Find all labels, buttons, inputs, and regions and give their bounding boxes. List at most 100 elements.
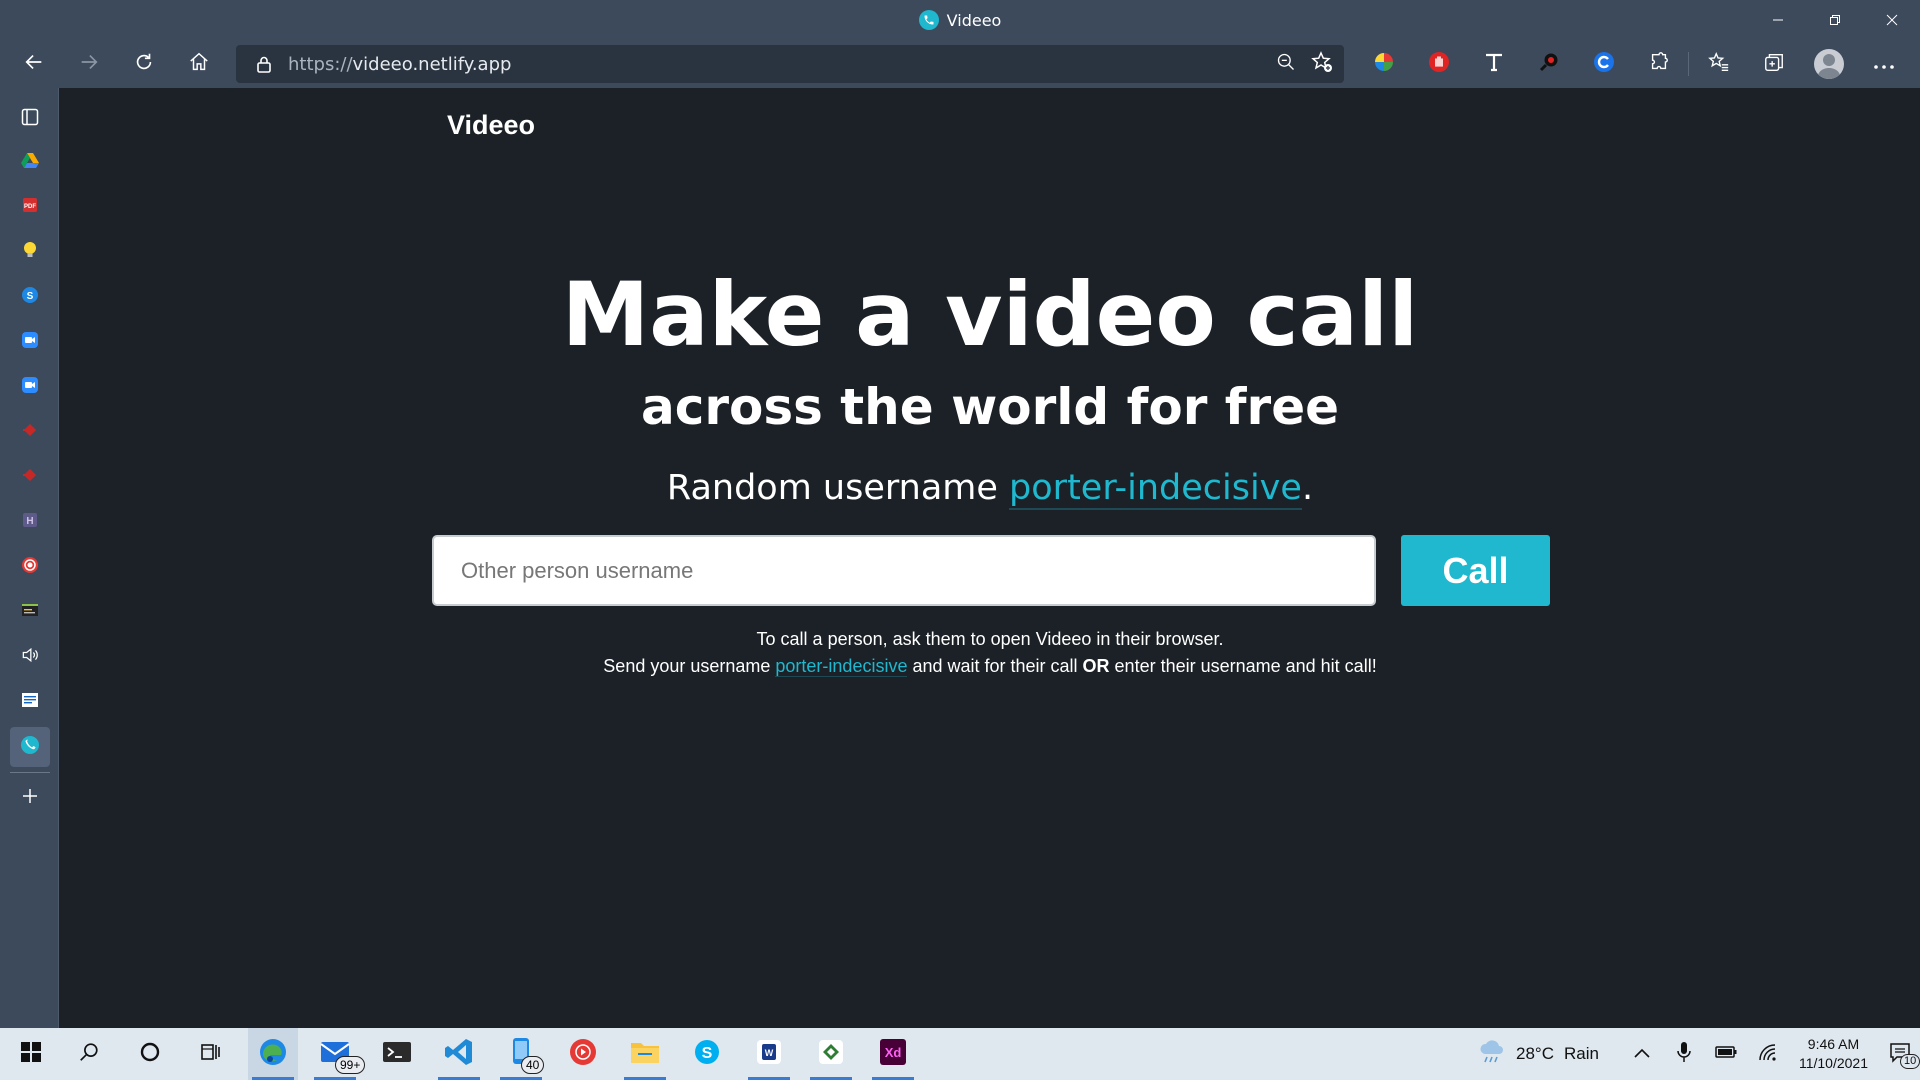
show-hidden-icons-button[interactable] <box>1621 1028 1663 1080</box>
record-icon <box>21 556 39 578</box>
forward-button[interactable] <box>69 44 109 84</box>
sidebar-separator <box>10 772 50 773</box>
phone-icon <box>20 735 40 759</box>
zoom-out-icon[interactable] <box>1276 52 1296 76</box>
taskbar-youtube-music[interactable] <box>558 1028 608 1080</box>
circle-icon <box>139 1041 161 1067</box>
toolbar-separator <box>1688 52 1689 76</box>
help-text: To call a person, ask them to open Videe… <box>60 626 1920 680</box>
tab-panel-icon <box>21 108 39 130</box>
help-username: porter-indecisive <box>775 656 908 677</box>
battery-button[interactable] <box>1705 1028 1747 1080</box>
video-camera-icon <box>21 376 39 398</box>
taskbar-adobe-xd[interactable]: Xd <box>868 1028 918 1080</box>
arrow-left-icon <box>23 51 45 77</box>
weather-widget[interactable]: 28°C Rain <box>1478 1039 1599 1070</box>
blue-doc-app-icon: W <box>755 1038 783 1070</box>
minimize-button[interactable] <box>1749 0 1806 40</box>
color-picker-extension[interactable] <box>1356 40 1411 88</box>
taskbar-mail[interactable]: 99+ <box>310 1028 366 1080</box>
tab-actions-button[interactable] <box>10 99 50 139</box>
taskbar-phone-link[interactable]: 40 <box>496 1028 546 1080</box>
taskbar-word-app[interactable]: W <box>744 1028 794 1080</box>
chevron-up-icon <box>1634 1045 1650 1063</box>
sidebar-item-pdf[interactable]: PDF <box>10 187 50 227</box>
system-tray: 28°C Rain 9:46 AM 11/10/2021 10 <box>1478 1028 1920 1080</box>
microphone-button[interactable] <box>1663 1028 1705 1080</box>
sidebar-item-videeo[interactable] <box>10 727 50 767</box>
cortana-button[interactable] <box>125 1028 175 1080</box>
network-button[interactable] <box>1747 1028 1789 1080</box>
close-button[interactable] <box>1863 0 1920 40</box>
sidebar-item-h[interactable]: H <box>10 502 50 542</box>
action-center-button[interactable]: 10 <box>1880 1028 1920 1080</box>
phone-notification-badge: 40 <box>521 1056 545 1074</box>
sidebar-item-idea[interactable] <box>10 232 50 272</box>
terminal-icon <box>21 601 39 623</box>
battery-icon <box>1715 1045 1737 1064</box>
sidebar-item-zoom[interactable] <box>10 322 50 362</box>
help-line-1: To call a person, ask them to open Videe… <box>756 629 1224 649</box>
speaker-icon <box>20 645 40 669</box>
sidebar-item-code-2[interactable] <box>10 457 50 497</box>
zoom-extension[interactable] <box>1521 40 1576 88</box>
vscode-icon <box>444 1037 474 1071</box>
folder-icon <box>630 1039 660 1069</box>
sidebar-item-s[interactable]: S <box>10 277 50 317</box>
taskbar-edge[interactable] <box>248 1028 298 1080</box>
favorites-button[interactable] <box>1691 40 1746 88</box>
adobe-xd-icon: Xd <box>879 1038 907 1070</box>
taskbar-terminal[interactable] <box>372 1028 422 1080</box>
windows-logo-icon <box>21 1042 41 1066</box>
taskbar-vscode[interactable] <box>434 1028 484 1080</box>
taskbar-green-app[interactable] <box>806 1028 856 1080</box>
other-username-input[interactable] <box>432 535 1376 606</box>
lock-icon[interactable] <box>252 52 276 76</box>
hero-subheading: across the world for free <box>640 378 1340 436</box>
h-logo-icon: H <box>21 511 39 533</box>
address-bar[interactable]: https://videeo.netlify.app <box>236 45 1344 83</box>
sidebar-item-zoom-2[interactable] <box>10 367 50 407</box>
sidebar-item-audio[interactable] <box>10 637 50 677</box>
add-sidebar-item-button[interactable] <box>10 778 50 818</box>
extensions-button[interactable] <box>1631 40 1686 88</box>
brand-logo-text[interactable]: Videeo <box>447 110 535 141</box>
plus-icon <box>21 787 39 809</box>
collections-button[interactable] <box>1746 40 1801 88</box>
font-extension[interactable] <box>1466 40 1521 88</box>
sidebar-item-record[interactable] <box>10 547 50 587</box>
sidebar-item-terminal[interactable] <box>10 592 50 632</box>
rain-cloud-icon <box>1478 1039 1506 1070</box>
sidebar-item-code[interactable] <box>10 412 50 452</box>
green-diamond-app-icon <box>817 1038 845 1070</box>
weather-temperature: 28°C <box>1516 1044 1554 1063</box>
taskbar-file-explorer[interactable] <box>620 1028 670 1080</box>
start-button[interactable] <box>6 1028 56 1080</box>
mail-unread-badge: 99+ <box>335 1056 366 1074</box>
notification-count-badge: 10 <box>1900 1054 1920 1069</box>
profile-button[interactable] <box>1801 40 1856 88</box>
settings-more-button[interactable] <box>1856 40 1911 88</box>
svg-text:Xd: Xd <box>885 1045 902 1060</box>
hand-stop-icon <box>1428 51 1450 77</box>
restore-button[interactable] <box>1806 0 1863 40</box>
terminal-icon <box>382 1040 412 1068</box>
url-text[interactable]: https://videeo.netlify.app <box>288 54 511 75</box>
refresh-button[interactable] <box>124 44 164 84</box>
sidebar-item-doc[interactable] <box>10 682 50 722</box>
home-button[interactable] <box>179 44 219 84</box>
sidebar-item-drive[interactable] <box>10 142 50 182</box>
c-logo-icon <box>1593 51 1615 77</box>
block-extension[interactable] <box>1411 40 1466 88</box>
c-extension[interactable] <box>1576 40 1631 88</box>
pdf-icon: PDF <box>21 196 39 218</box>
taskbar: 99+ 40 S W Xd 28°C Rain 9:46 AM 11/10/20… <box>0 1028 1920 1080</box>
taskbar-skype[interactable]: S <box>682 1028 732 1080</box>
back-button[interactable] <box>14 44 54 84</box>
refresh-icon <box>133 51 155 77</box>
search-button[interactable] <box>64 1028 114 1080</box>
call-button[interactable]: Call <box>1401 535 1550 606</box>
clock[interactable]: 9:46 AM 11/10/2021 <box>1799 1035 1868 1073</box>
task-view-button[interactable] <box>186 1028 236 1080</box>
add-favorite-icon[interactable] <box>1310 50 1334 78</box>
